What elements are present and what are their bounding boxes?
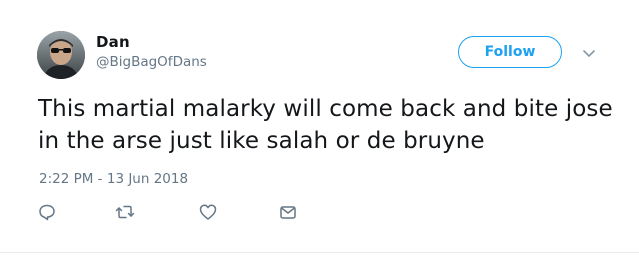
tweet-text: This martial malarky will come back and … — [38, 96, 613, 154]
tweet-timestamp[interactable]: 2:22 PM - 13 Jun 2018 — [39, 170, 188, 188]
reply-button[interactable] — [35, 200, 59, 224]
tweet-card: Dan @BigBagOfDans Follow This martial ma… — [0, 0, 639, 261]
retweet-button[interactable] — [113, 200, 137, 224]
like-button[interactable] — [196, 200, 220, 224]
avatar-image — [37, 31, 85, 79]
reply-icon — [39, 204, 55, 221]
follow-button[interactable]: Follow — [458, 36, 562, 68]
divider — [0, 252, 639, 253]
direct-message-button[interactable] — [276, 200, 300, 224]
heart-icon — [199, 204, 217, 220]
more-options-chevron-down-icon[interactable] — [581, 45, 597, 57]
avatar[interactable] — [37, 31, 85, 79]
author-display-name[interactable]: Dan — [96, 33, 207, 51]
retweet-icon — [115, 205, 135, 219]
author-handle[interactable]: @BigBagOfDans — [96, 54, 207, 71]
author-info: Dan @BigBagOfDans — [96, 33, 207, 71]
envelope-icon — [280, 206, 296, 219]
tweet-actions — [0, 200, 639, 224]
